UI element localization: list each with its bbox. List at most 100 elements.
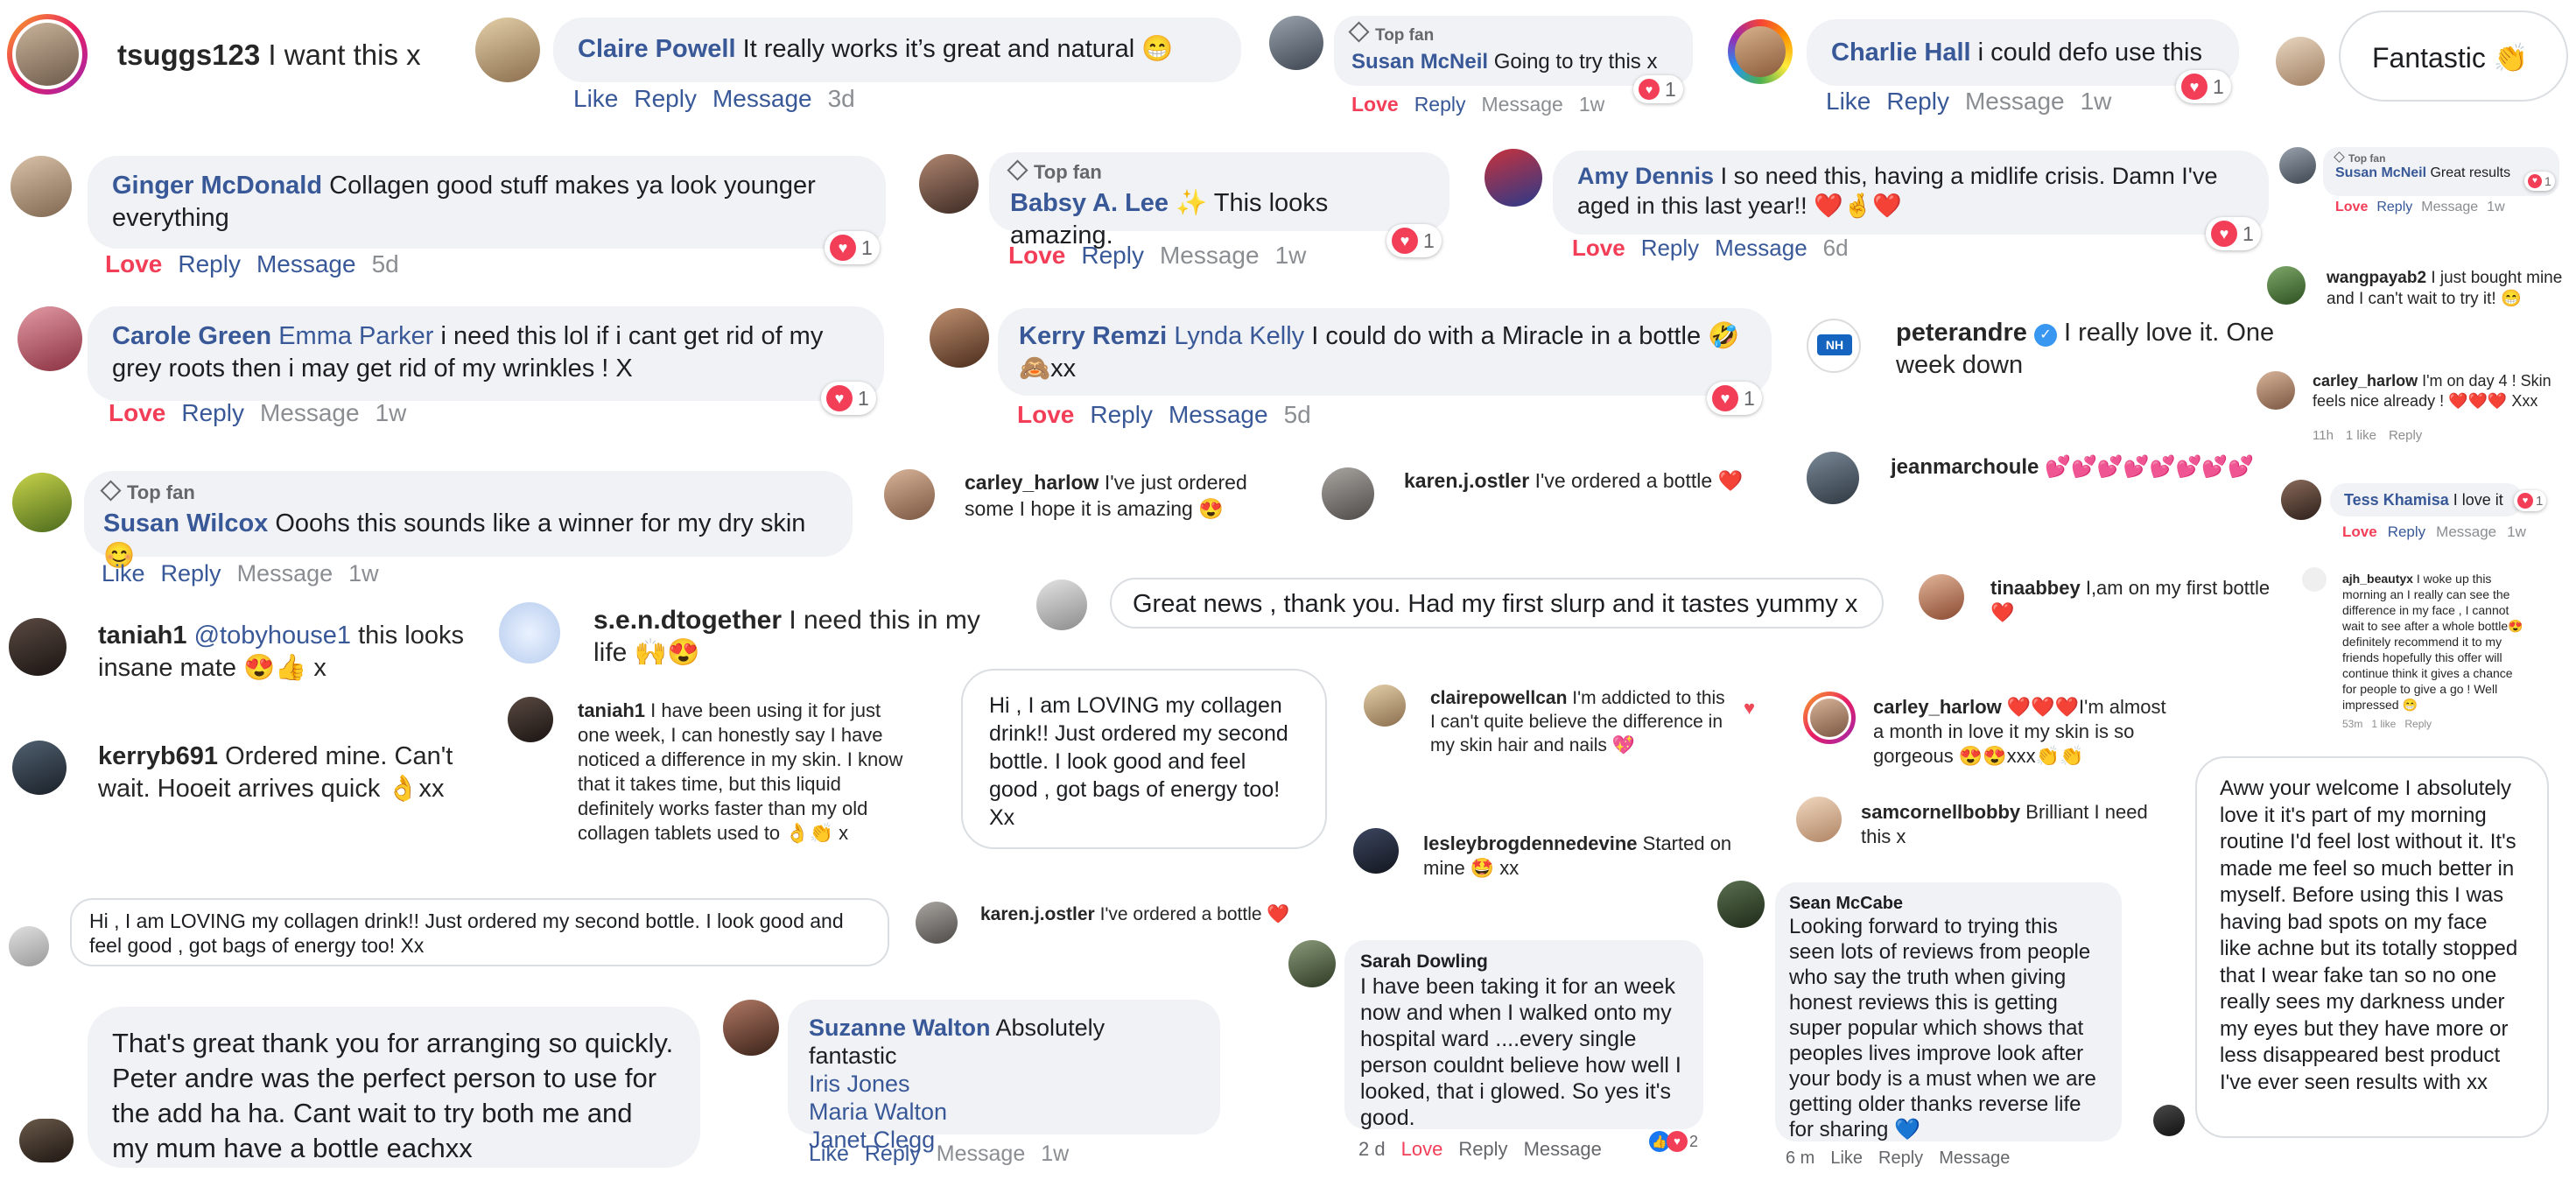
like-link[interactable]: Like <box>1826 88 1871 115</box>
reaction-count[interactable]: ♥ 1 <box>1707 382 1762 415</box>
avatar[interactable] <box>1919 574 1964 620</box>
reply-link[interactable]: Reply <box>1641 235 1699 261</box>
avatar[interactable] <box>2257 371 2295 410</box>
avatar[interactable] <box>1364 685 1406 727</box>
love-link[interactable]: Love <box>1017 401 1074 428</box>
reply-link[interactable]: Reply <box>2404 718 2432 730</box>
username[interactable]: taniah1 <box>98 622 187 650</box>
username[interactable]: taniah1 <box>578 699 645 721</box>
love-link[interactable]: Love <box>1401 1138 1443 1160</box>
commenter-name[interactable]: Amy Dennis <box>1577 163 1714 189</box>
commenter-name[interactable]: Sarah Dowling <box>1360 951 1688 973</box>
commenter-name[interactable]: Susan McNeil <box>1351 50 1488 74</box>
tagged-user[interactable]: Emma Parker <box>278 322 433 350</box>
like-link[interactable]: Like <box>1830 1148 1863 1168</box>
reply-link[interactable]: Reply <box>2389 428 2422 443</box>
reply-link[interactable]: Reply <box>1458 1138 1507 1160</box>
like-link[interactable]: Like <box>809 1141 849 1166</box>
username[interactable]: peterandre <box>1896 319 2027 347</box>
username[interactable]: ajh_beautyx <box>2342 572 2413 586</box>
commenter-name[interactable]: Kerry Remzi <box>1019 322 1167 350</box>
username[interactable]: wangpayab2 <box>2327 269 2426 287</box>
avatar[interactable] <box>884 469 935 520</box>
commenter-name[interactable]: Sean McCabe <box>1789 893 2108 914</box>
avatar[interactable] <box>475 18 540 82</box>
avatar[interactable] <box>1717 881 1765 928</box>
username[interactable]: s.e.n.dtogether <box>593 606 782 635</box>
reaction-count[interactable]: ♥ 1 <box>1633 75 1683 103</box>
love-link[interactable]: Love <box>2342 523 2377 540</box>
avatar[interactable] <box>919 154 979 214</box>
username[interactable]: karen.j.ostler <box>980 904 1095 924</box>
message-link[interactable]: Message <box>2436 523 2496 540</box>
avatar[interactable] <box>2279 147 2316 184</box>
username[interactable]: carley_harlow <box>1873 696 2002 718</box>
username[interactable]: carley_harlow <box>965 471 1098 494</box>
username[interactable]: jeanmarchoule <box>1891 455 2039 479</box>
reply-link[interactable]: Reply <box>1090 401 1153 428</box>
love-link[interactable]: Love <box>1351 93 1399 116</box>
username[interactable]: samcornellbobby <box>1861 801 2020 823</box>
reaction-count[interactable]: ♥ 1 <box>2514 490 2547 511</box>
reaction-count[interactable]: 👍 ♥ 2 <box>1649 1131 1698 1152</box>
avatar[interactable] <box>1036 579 1087 630</box>
message-link[interactable]: Message <box>1482 93 1563 116</box>
commenter-name[interactable]: Susan Wilcox <box>103 509 268 537</box>
reaction-count[interactable]: ♥ 1 <box>2206 217 2261 250</box>
message-link[interactable]: Message <box>2421 200 2478 214</box>
avatar[interactable] <box>2153 1105 2185 1136</box>
commenter-name[interactable]: Claire Powell <box>578 35 736 63</box>
message-link[interactable]: Message <box>1524 1138 1602 1160</box>
reaction-count[interactable]: ♥ 1 <box>825 231 880 264</box>
tagged-user[interactable]: Lynda Kelly <box>1174 322 1304 350</box>
avatar[interactable]: NH <box>1807 319 1861 373</box>
like-link[interactable]: Like <box>573 85 618 112</box>
message-link[interactable]: Message <box>712 85 812 112</box>
avatar[interactable] <box>12 741 67 795</box>
message-link[interactable]: Message <box>1169 401 1268 428</box>
message-link[interactable]: Message <box>1160 242 1260 269</box>
username[interactable]: tsuggs123 <box>117 39 260 71</box>
avatar[interactable] <box>18 306 82 371</box>
avatar[interactable] <box>916 902 958 944</box>
username[interactable]: kerryb691 <box>98 742 218 770</box>
reply-link[interactable]: Reply <box>865 1141 921 1166</box>
avatar[interactable] <box>930 308 989 368</box>
reply-link[interactable]: Reply <box>1414 93 1466 116</box>
like-count[interactable]: 1 like <box>2371 718 2396 730</box>
commenter-name[interactable]: Suzanne Walton <box>809 1015 991 1041</box>
commenter-name[interactable]: Carole Green <box>112 322 271 350</box>
reply-link[interactable]: Reply <box>1886 88 1949 115</box>
avatar[interactable] <box>1803 692 1856 744</box>
commenter-name[interactable]: Susan McNeil <box>2335 165 2426 180</box>
message-link[interactable]: Message <box>1965 88 2065 115</box>
avatar[interactable] <box>2267 266 2306 305</box>
reaction-count[interactable]: ♥ 1 <box>1386 224 1442 257</box>
avatar[interactable] <box>1807 452 1859 504</box>
like-link[interactable]: Like <box>102 560 145 586</box>
tagged-user[interactable]: Iris Jones <box>809 1070 1199 1098</box>
avatar[interactable] <box>9 926 49 966</box>
message-link[interactable]: Message <box>260 399 360 426</box>
username[interactable]: carley_harlow <box>2313 372 2418 390</box>
love-link[interactable]: Love <box>109 399 165 426</box>
avatar[interactable] <box>1796 797 1842 842</box>
username[interactable]: clairepowellcan <box>1430 688 1567 708</box>
avatar[interactable] <box>1728 19 1793 84</box>
commenter-name[interactable]: Babsy A. Lee <box>1010 189 1169 217</box>
message-link[interactable]: Message <box>1939 1148 2010 1168</box>
avatar[interactable] <box>1485 149 1542 207</box>
avatar[interactable] <box>1353 828 1399 874</box>
reply-link[interactable]: Reply <box>2388 523 2425 540</box>
reply-link[interactable]: Reply <box>2376 200 2412 214</box>
avatar[interactable] <box>508 697 553 742</box>
reply-link[interactable]: Reply <box>1081 242 1144 269</box>
love-link[interactable]: Love <box>1572 235 1625 261</box>
heart-like-icon[interactable]: ♥ <box>1744 697 1755 720</box>
avatar[interactable] <box>9 618 67 676</box>
avatar[interactable] <box>2302 567 2327 592</box>
avatar[interactable] <box>2276 37 2325 86</box>
reply-link[interactable]: Reply <box>161 560 221 586</box>
reaction-count[interactable]: ♥ 1 <box>2524 172 2555 191</box>
avatar[interactable] <box>1288 940 1336 987</box>
